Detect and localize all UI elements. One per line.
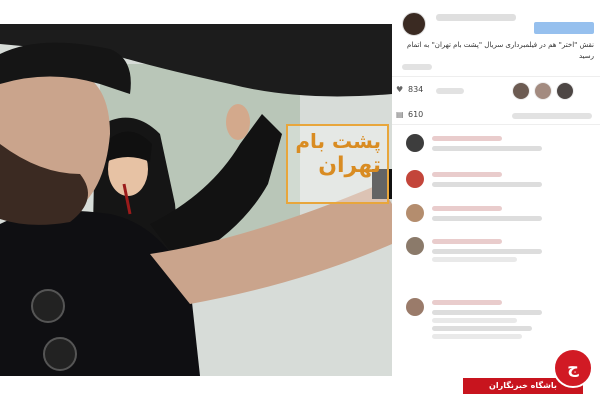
commenter-avatar[interactable] — [406, 170, 424, 188]
comment-text-blurred — [432, 257, 517, 262]
liker-avatar[interactable] — [556, 82, 574, 100]
likes-count: 834 — [408, 85, 424, 94]
comments-stat[interactable]: ▤ 610 — [396, 110, 423, 119]
comment-text-blurred — [432, 249, 542, 254]
news-agency-badge: باشگاه خبرنگاران ج — [463, 348, 593, 394]
author-avatar[interactable] — [402, 12, 426, 36]
commenter-avatar[interactable] — [406, 237, 424, 255]
commenter-name-blurred[interactable] — [432, 300, 502, 305]
author-username-blurred[interactable] — [436, 14, 516, 21]
comment-text-blurred — [432, 182, 542, 187]
post-photo: پشت بام تهران — [0, 24, 392, 376]
follow-button[interactable] — [534, 22, 594, 34]
commenter-name-blurred[interactable] — [432, 172, 502, 177]
post-caption: نقش "اختر" هم در فیلمبرداری سریال "پشت ب… — [407, 41, 594, 60]
heart-icon[interactable]: ♥ — [396, 85, 405, 94]
comment-icon[interactable]: ▤ — [396, 110, 405, 119]
comment-item — [392, 204, 600, 240]
commenter-name-blurred[interactable] — [432, 136, 502, 141]
post-header — [392, 4, 600, 44]
comment-text-blurred — [432, 318, 517, 323]
comment-text-blurred — [432, 334, 522, 339]
comment-item — [392, 134, 600, 170]
likes-stat[interactable]: ♥ 834 — [396, 85, 423, 94]
comment-item — [392, 237, 600, 273]
comment-text-blurred — [432, 146, 542, 151]
comment-text-blurred — [432, 310, 542, 315]
commenter-avatar[interactable] — [406, 204, 424, 222]
view-comments-blurred — [512, 113, 592, 119]
news-agency-logo-icon: ج — [553, 348, 593, 388]
liker-avatar[interactable] — [512, 82, 530, 100]
commenter-name-blurred[interactable] — [432, 206, 502, 211]
commenter-avatar[interactable] — [406, 298, 424, 316]
comment-item — [392, 170, 600, 206]
commenter-name-blurred[interactable] — [432, 239, 502, 244]
likes-label-blurred — [436, 88, 464, 94]
divider — [392, 124, 600, 125]
post-sidebar: نقش "اختر" هم در فیلمبرداری سریال "پشت ب… — [392, 0, 600, 400]
comments-count: 610 — [408, 110, 424, 119]
commenter-avatar[interactable] — [406, 134, 424, 152]
series-logo-line2: تهران — [318, 153, 381, 178]
comment-text-blurred — [432, 326, 532, 331]
liker-avatar[interactable] — [534, 82, 552, 100]
series-logo-line1: پشت بام — [295, 129, 381, 153]
post-time-blurred — [402, 64, 432, 70]
divider — [392, 76, 600, 77]
comment-text-blurred — [432, 216, 542, 221]
series-logo-overlay: پشت بام تهران — [286, 124, 389, 204]
